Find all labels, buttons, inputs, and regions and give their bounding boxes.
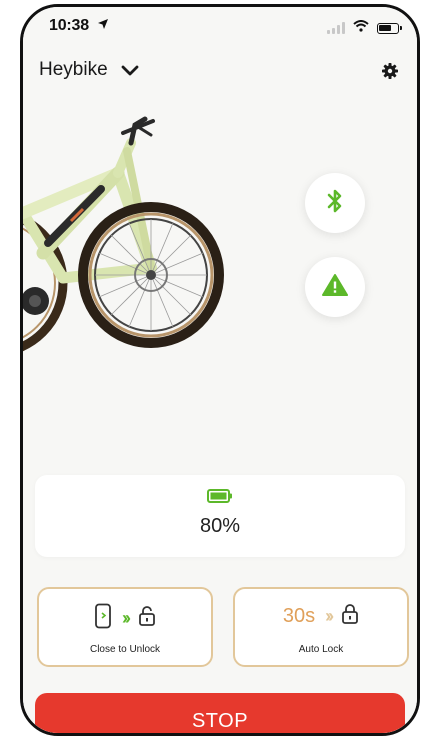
cellular-signal-icon xyxy=(327,22,345,34)
device-name[interactable]: Heybike xyxy=(39,59,108,81)
double-chevron-right-icon: ›› xyxy=(325,606,334,626)
battery-percent: 80% xyxy=(199,515,241,537)
stop-button[interactable]: STOP xyxy=(35,693,405,733)
battery-icon xyxy=(207,489,233,508)
phone-icon xyxy=(94,603,112,634)
wifi-icon xyxy=(353,19,369,37)
bluetooth-icon xyxy=(325,188,345,219)
gear-icon[interactable] xyxy=(381,62,399,85)
close-to-unlock-row: ›› xyxy=(39,603,211,634)
close-to-unlock-label: Close to Unlock xyxy=(89,644,161,655)
phone-frame: 10:38 Heybike 80% ›› Close to Unlock 30s… xyxy=(20,4,420,736)
locked-lock-icon xyxy=(341,603,359,630)
auto-lock-timer: 30s xyxy=(282,605,316,627)
chevron-down-icon[interactable] xyxy=(121,64,139,82)
phone-battery-icon xyxy=(377,22,402,34)
auto-lock-card[interactable]: 30s ›› Auto Lock xyxy=(233,587,409,667)
unlocked-lock-icon xyxy=(138,605,156,632)
warning-button[interactable] xyxy=(305,257,365,317)
auto-lock-label: Auto Lock xyxy=(298,644,344,655)
auto-lock-row: 30s ›› xyxy=(235,603,407,630)
bluetooth-button[interactable] xyxy=(305,173,365,233)
app-header: Heybike xyxy=(23,53,417,93)
status-bar: 10:38 xyxy=(23,7,417,47)
app-screen: 10:38 Heybike 80% ›› Close to Unlock 30s… xyxy=(23,7,417,733)
status-indicators xyxy=(327,19,402,37)
bike-image xyxy=(23,103,283,363)
warning-icon xyxy=(322,273,348,302)
location-arrow-icon xyxy=(97,17,109,33)
double-chevron-right-icon: ›› xyxy=(122,608,131,628)
close-to-unlock-card[interactable]: ›› Close to Unlock xyxy=(37,587,213,667)
battery-card: 80% xyxy=(35,475,405,557)
status-time: 10:38 xyxy=(49,17,89,34)
